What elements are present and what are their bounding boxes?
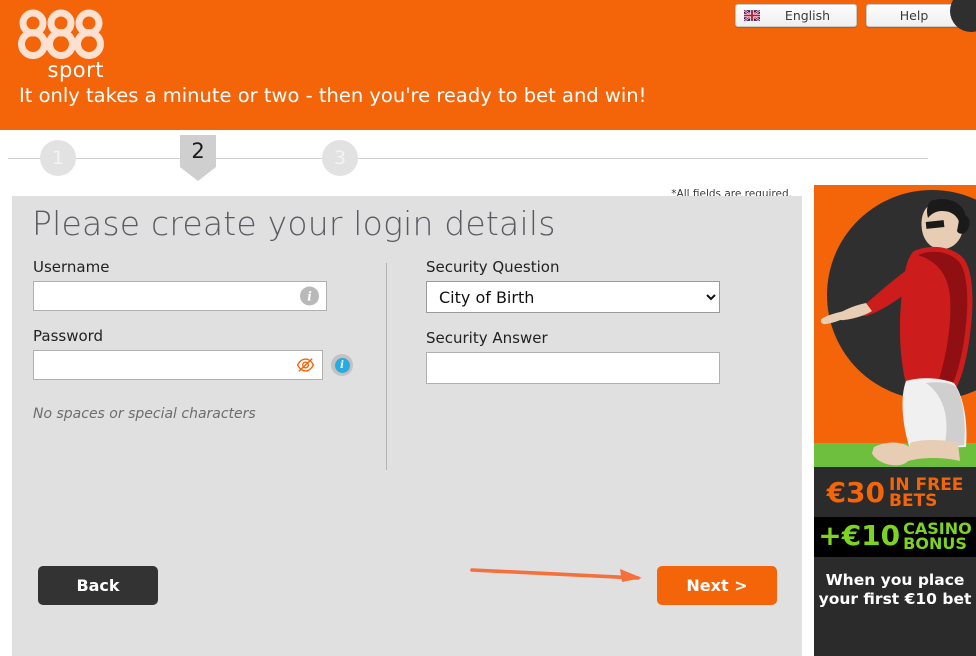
logo[interactable]: sport [18,8,108,82]
promo-amount-2: +€10 [818,519,901,553]
promo-free-bets: €30 IN FREE BETS [814,476,976,512]
registration-panel: Please create your login details Usernam… [12,196,802,656]
security-answer-input-wrap[interactable] [426,352,720,384]
security-question-select[interactable]: City of Birth [426,281,720,313]
footballer-illustration [814,185,976,475]
language-label: English [784,8,831,23]
username-input[interactable] [34,282,326,310]
step-3[interactable]: 3 [322,140,358,176]
page-title: Please create your login details [32,204,556,243]
password-input[interactable] [34,351,322,379]
security-answer-input[interactable] [427,353,719,383]
username-field-row: i [33,281,353,311]
username-info-icon[interactable]: i [300,286,319,306]
promo-amount-2-line2: BONUS [903,534,967,554]
security-question-wrap[interactable]: City of Birth [426,281,720,313]
password-info-icon[interactable]: i [331,354,353,376]
promo-text: €30 IN FREE BETS +€10 CASINO BONUS When … [814,477,976,609]
username-input-wrap[interactable]: i [33,281,327,311]
promo-banner[interactable]: €30 IN FREE BETS +€10 CASINO BONUS When … [814,185,976,656]
help-button[interactable]: Help [866,4,962,27]
888-logo-icon [18,9,104,59]
header-tagline: It only takes a minute or two - then you… [19,84,647,107]
logo-sport-text: sport [47,58,104,82]
promo-artwork [814,185,976,475]
step-2-active[interactable]: 2 [180,135,216,181]
step-1[interactable]: 1 [40,140,76,176]
promo-condition: When you place your first €10 bet [818,570,972,609]
password-input-wrap[interactable] [33,350,323,380]
promo-casino-bonus: +€10 CASINO BONUS [814,517,976,557]
password-label: Password [33,327,104,345]
form-column-left: Username i Password i No spaces or speci… [33,258,353,422]
back-button[interactable]: Back [38,566,158,605]
header-buttons: English Help [735,4,962,27]
language-selector[interactable]: English [735,4,857,27]
password-field-row: i [33,350,353,380]
promo-amount-1-line2: BETS [889,491,938,512]
next-button[interactable]: Next > [657,566,777,605]
step-1-label: 1 [40,140,76,176]
promo-amount-1: €30 [826,476,886,510]
step-connector-line [8,158,928,159]
column-divider [386,263,387,470]
progress-steps: 1 2 3 [0,130,976,182]
step-2-label: 2 [180,135,216,181]
decorative-circle [950,0,976,32]
security-question-label: Security Question [426,258,560,276]
eye-slash-icon[interactable] [296,356,315,375]
username-label: Username [33,258,110,276]
form-column-right: Security Question City of Birth Security… [426,258,726,384]
password-hint: No spaces or special characters [33,406,256,422]
step-3-label: 3 [322,140,358,176]
help-label: Help [899,8,929,23]
site-header: sport It only takes a minute or two - th… [0,0,976,130]
uk-flag-icon [744,10,760,21]
security-answer-label: Security Answer [426,329,548,347]
